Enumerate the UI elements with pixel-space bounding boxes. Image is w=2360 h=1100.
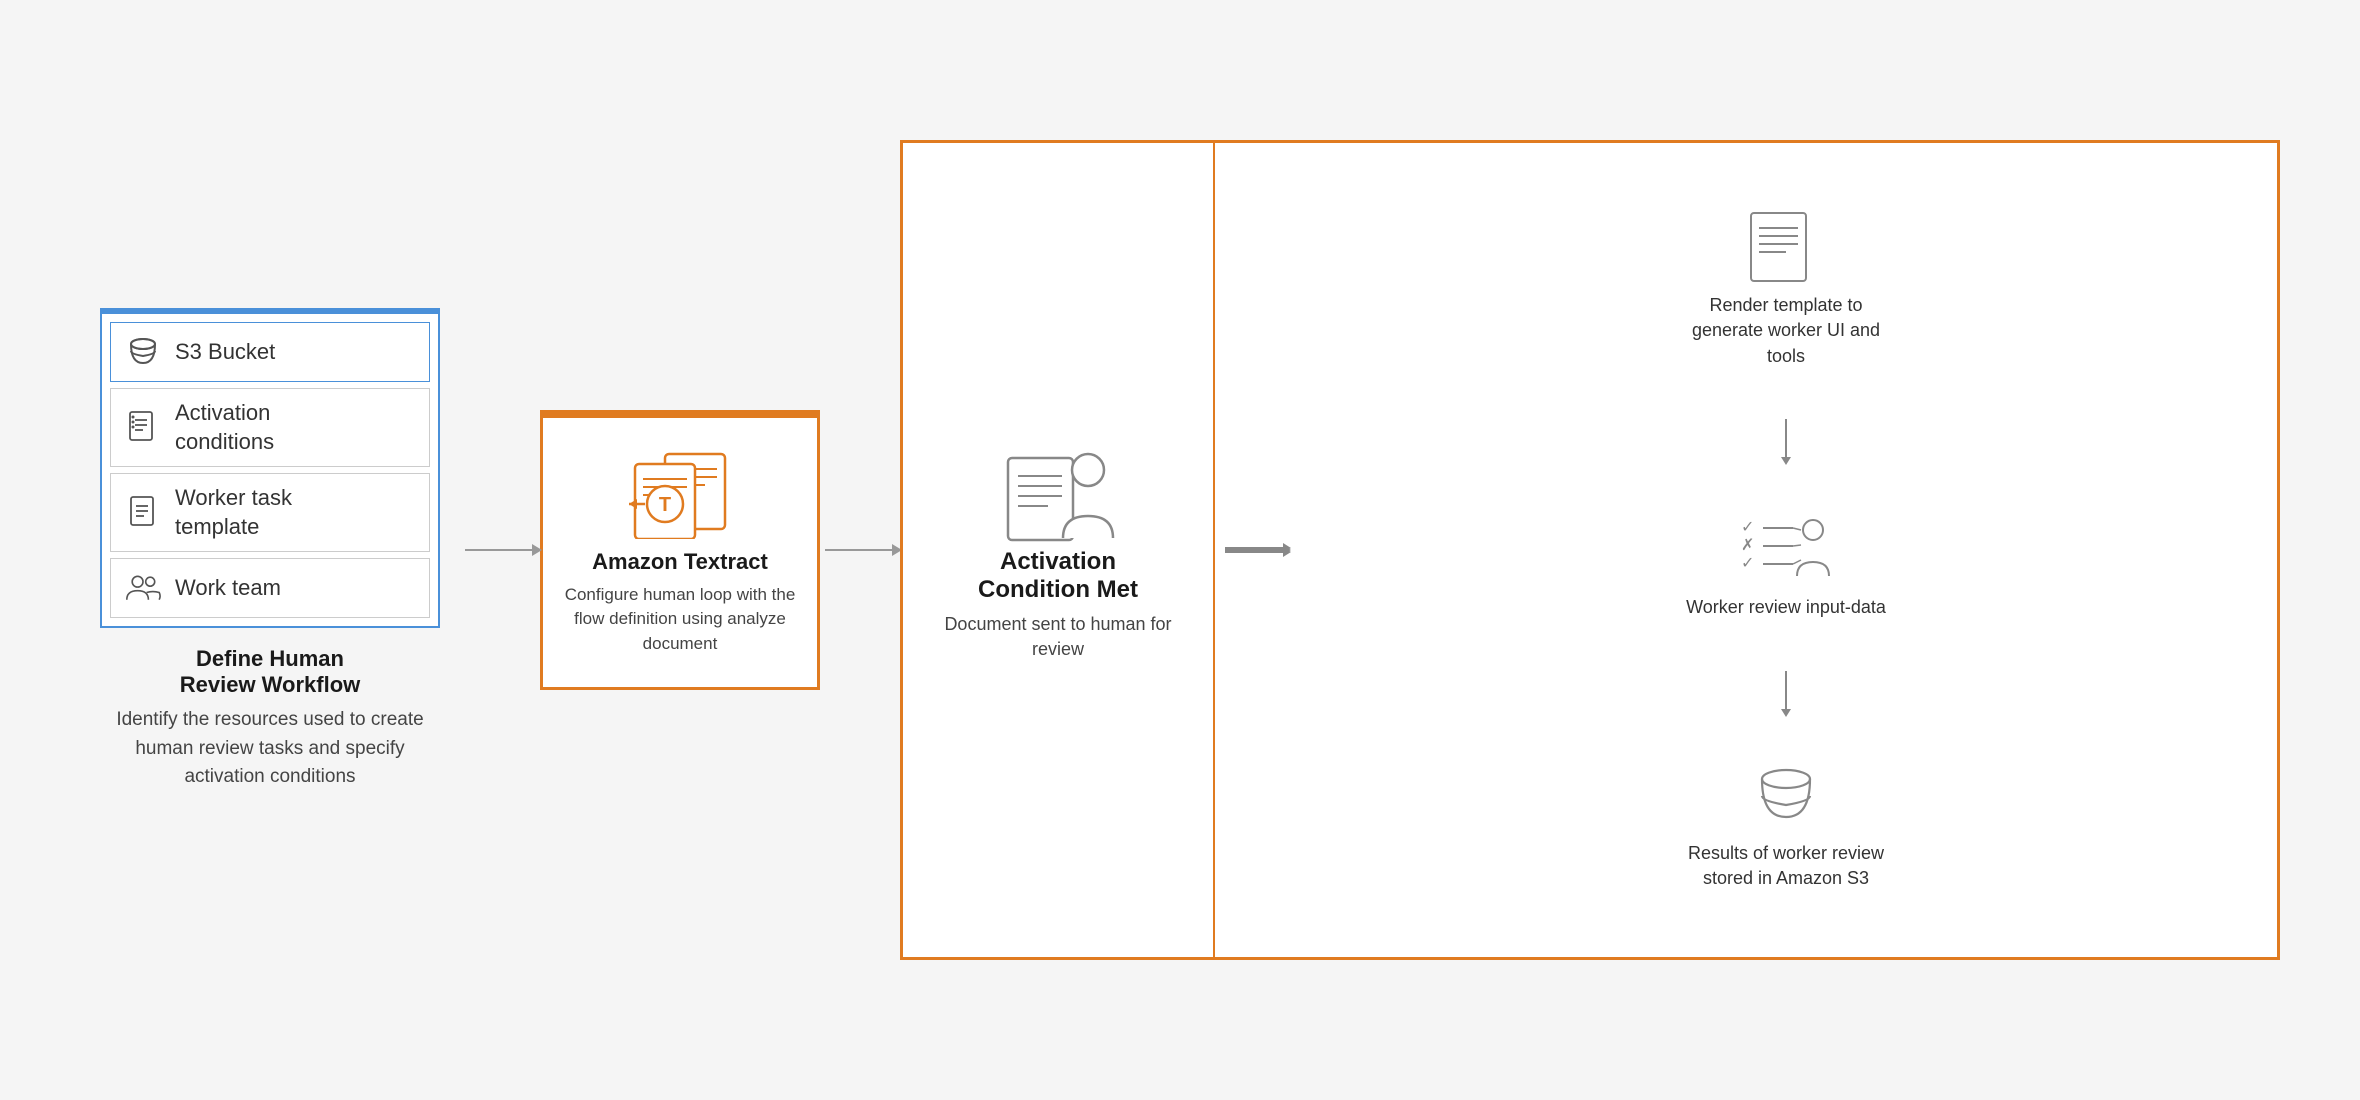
arrow-to-outcome-3 — [1225, 551, 1285, 553]
define-workflow-title: Define HumanReview Workflow — [100, 646, 440, 698]
arrows-column — [1215, 487, 1295, 613]
textract-icon: T — [625, 449, 735, 539]
left-panel-description: Define HumanReview Workflow Identify the… — [100, 646, 440, 792]
right-section: ActivationCondition Met Document sent to… — [900, 140, 2280, 960]
outcome-template: Render template to generate worker UI an… — [1686, 208, 1886, 369]
arrow-1 — [460, 549, 540, 551]
card-item-s3: S3 Bucket — [110, 322, 430, 382]
activation-condition-title: ActivationCondition Met — [978, 548, 1138, 604]
left-panel: S3 Bucket Activationconditions — [80, 308, 460, 792]
outcomes-column: Render template to generate worker UI an… — [1295, 143, 2277, 957]
template-doc-icon — [1746, 208, 1826, 283]
arrow-2 — [820, 549, 900, 551]
textract-desc: Configure human loop with the flow defin… — [563, 583, 797, 657]
bucket-icon — [125, 334, 161, 370]
worker-review-icon: ✓ ✗ ✓ — [1741, 510, 1831, 585]
svg-text:✗: ✗ — [1741, 537, 1754, 554]
outcome-worker-label: Worker review input-data — [1686, 595, 1886, 620]
svg-text:✓: ✓ — [1741, 555, 1754, 572]
outcome-s3-label: Results of worker review stored in Amazo… — [1686, 841, 1886, 891]
outcome-template-label: Render template to generate worker UI an… — [1686, 293, 1886, 369]
diagram-container: S3 Bucket Activationconditions — [80, 100, 2280, 1000]
activation-conditions-icon — [125, 410, 161, 446]
activation-condition-icon — [998, 438, 1118, 548]
worker-task-label: Worker tasktemplate — [175, 484, 292, 541]
svg-text:T: T — [659, 494, 671, 516]
activation-label: Activationconditions — [175, 399, 274, 456]
card-list: S3 Bucket Activationconditions — [100, 308, 440, 628]
card-item-activation: Activationconditions — [110, 388, 430, 467]
work-team-icon — [125, 570, 161, 606]
textract-box: T Amazon Textract Configure human loop w… — [540, 410, 820, 690]
worker-task-icon — [125, 495, 161, 531]
down-arrow-2 — [1785, 671, 1787, 711]
down-arrow-1 — [1785, 419, 1787, 459]
card-item-worker-task: Worker tasktemplate — [110, 473, 430, 552]
s3-result-icon — [1751, 761, 1821, 831]
define-workflow-subtitle: Identify the resources used to create hu… — [100, 706, 440, 792]
work-team-label: Work team — [175, 574, 281, 603]
s3-label: S3 Bucket — [175, 338, 275, 367]
outcome-s3: Results of worker review stored in Amazo… — [1686, 761, 1886, 891]
right-inner: ActivationCondition Met Document sent to… — [903, 143, 2277, 957]
activation-condition-desc: Document sent to human for review — [923, 612, 1193, 662]
card-item-work-team: Work team — [110, 558, 430, 618]
activation-area: ActivationCondition Met Document sent to… — [903, 418, 1213, 682]
svg-text:✓: ✓ — [1741, 519, 1754, 536]
textract-title: Amazon Textract — [592, 549, 768, 575]
outcome-worker-review: ✓ ✗ ✓ Worker — [1686, 510, 1886, 620]
